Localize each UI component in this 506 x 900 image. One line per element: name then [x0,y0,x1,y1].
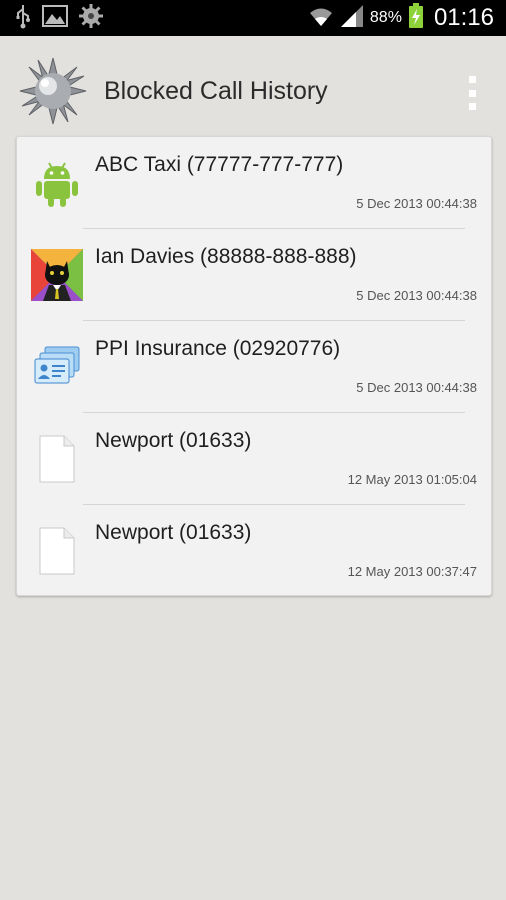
spiked-ball-icon[interactable] [18,56,88,126]
status-left-icons [14,3,104,34]
call-date: 5 Dec 2013 00:44:38 [356,380,477,395]
action-bar: Blocked Call History [0,36,506,136]
blank-document-icon [31,525,83,577]
caller-name: Newport (01633) [95,429,252,452]
caller-name: Ian Davies (88888-888-888) [95,245,357,268]
cat-avatar-icon [31,249,83,301]
wifi-icon [308,4,334,33]
caller-name: PPI Insurance (02920776) [95,337,341,360]
signal-icon [340,4,364,33]
app-title: Blocked Call History [104,77,328,105]
list-item[interactable]: PPI Insurance (02920776) 5 Dec 2013 00:4… [17,321,491,413]
status-right-icons: 88% 01:16 [308,0,494,36]
call-date: 12 May 2013 01:05:04 [347,472,477,487]
battery-percent: 88% [369,9,402,26]
blank-document-icon [31,433,83,485]
status-time: 01:16 [433,4,494,31]
battery-charging-icon [408,2,424,34]
caller-name: ABC Taxi (77777-777-777) [95,153,344,176]
gear-icon [78,3,104,34]
image-icon [42,4,68,33]
overflow-menu-icon[interactable] [462,76,482,110]
android-icon [31,157,83,209]
usb-icon [14,3,32,34]
call-date: 5 Dec 2013 00:44:38 [356,288,477,303]
list-item[interactable]: Newport (01633) 12 May 2013 01:05:04 [17,413,491,505]
call-date: 12 May 2013 00:37:47 [347,564,477,579]
list-item[interactable]: Ian Davies (88888-888-888) 5 Dec 2013 00… [17,229,491,321]
status-bar: 88% 01:16 [0,0,506,36]
list-item[interactable]: Newport (01633) 12 May 2013 00:37:47 [17,505,491,597]
caller-name: Newport (01633) [95,521,252,544]
blocked-call-list: ABC Taxi (77777-777-777) 5 Dec 2013 00:4… [16,136,492,596]
list-item[interactable]: ABC Taxi (77777-777-777) 5 Dec 2013 00:4… [17,137,491,229]
call-date: 5 Dec 2013 00:44:38 [356,196,477,211]
contact-cards-icon [31,341,83,393]
